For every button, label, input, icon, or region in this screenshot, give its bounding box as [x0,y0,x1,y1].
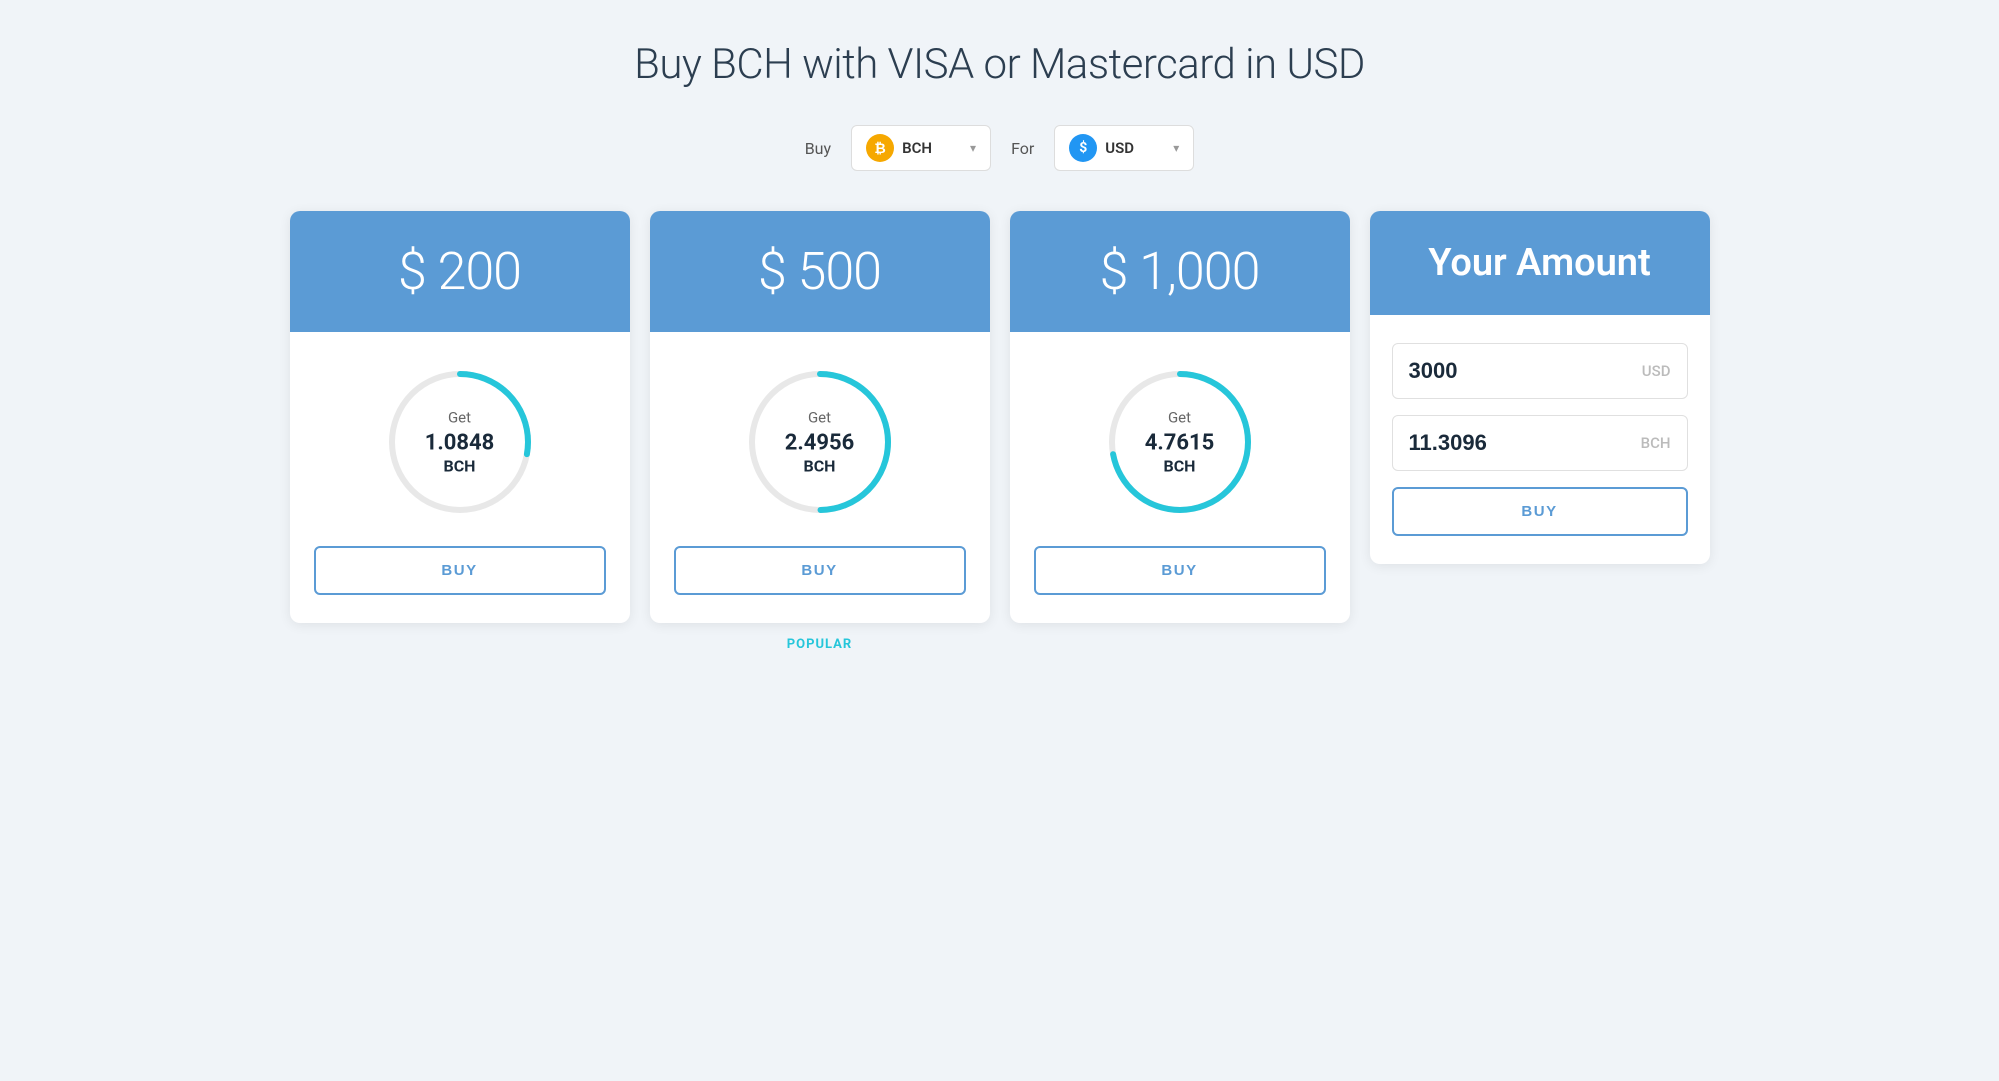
card-500-get-label: Get [785,408,855,426]
card-1000-buy-button[interactable]: BUY [1034,546,1326,595]
card-200-circle-text: Get 1.0848 BCH [425,408,495,475]
bch-amount-input[interactable] [1409,430,1633,456]
for-currency-dropdown[interactable]: $ USD ▾ [1054,125,1194,171]
buy-coin-dropdown[interactable]: ₿ BCH ▾ [851,125,991,171]
card-200-bch-amount: 1.0848 [425,430,495,456]
your-amount-header: Your Amount [1370,211,1710,315]
popular-badge: POPULAR [787,623,853,656]
usd-currency-label: USD [1642,362,1671,380]
your-amount-card: Your Amount USD BCH BUY [1370,211,1710,564]
card-200-amount: $ 200 [310,241,610,302]
cards-row: $ 200 Get 1.0848 BCH BUY $ 500 [290,211,1710,656]
buy-label: Buy [805,139,831,158]
card-1000-circle: Get 4.7615 BCH [1100,362,1260,522]
card-500-buy-button[interactable]: BUY [674,546,966,595]
page-title: Buy BCH with VISA or Mastercard in USD [634,40,1365,89]
for-label: For [1011,139,1034,158]
your-amount-body: USD BCH BUY [1370,315,1710,564]
your-amount-buy-button[interactable]: BUY [1392,487,1688,536]
selector-row: Buy ₿ BCH ▾ For $ USD ▾ [805,125,1195,171]
for-currency-name: USD [1105,139,1134,157]
card-200-circle: Get 1.0848 BCH [380,362,540,522]
card-500-header: $ 500 [650,211,990,332]
for-currency-chevron-icon: ▾ [1173,141,1179,155]
card-500-bch-amount: 2.4956 [785,430,855,456]
card-1000-body: Get 4.7615 BCH BUY [1010,332,1350,623]
card-500: $ 500 Get 2.4956 BCH BUY [650,211,990,623]
card-1000-get-label: Get [1145,408,1215,426]
your-amount-title: Your Amount [1390,241,1690,285]
card-200-header: $ 200 [290,211,630,332]
buy-coin-chevron-icon: ▾ [970,141,976,155]
card-200-body: Get 1.0848 BCH BUY [290,332,630,623]
usd-icon: $ [1069,134,1097,162]
card-200-get-label: Get [425,408,495,426]
card-1000-bch-amount: 4.7615 [1145,430,1215,456]
bch-input-row: BCH [1392,415,1688,471]
card-1000: $ 1,000 Get 4.7615 BCH BUY [1010,211,1350,623]
buy-coin-name: BCH [902,139,932,157]
card-500-body: Get 2.4956 BCH BUY [650,332,990,623]
bch-icon: ₿ [866,134,894,162]
card-1000-circle-text: Get 4.7615 BCH [1145,408,1215,475]
card-200-bch-unit: BCH [425,457,495,476]
card-500-circle: Get 2.4956 BCH [740,362,900,522]
card-500-amount: $ 500 [670,241,970,302]
usd-input-row: USD [1392,343,1688,399]
card-1000-bch-unit: BCH [1145,457,1215,476]
usd-amount-input[interactable] [1409,358,1634,384]
card-1000-amount: $ 1,000 [1030,241,1330,302]
card-500-bch-unit: BCH [785,457,855,476]
card-500-circle-text: Get 2.4956 BCH [785,408,855,475]
card-200: $ 200 Get 1.0848 BCH BUY [290,211,630,623]
card-200-buy-button[interactable]: BUY [314,546,606,595]
bch-currency-label: BCH [1641,434,1671,452]
card-1000-header: $ 1,000 [1010,211,1350,332]
